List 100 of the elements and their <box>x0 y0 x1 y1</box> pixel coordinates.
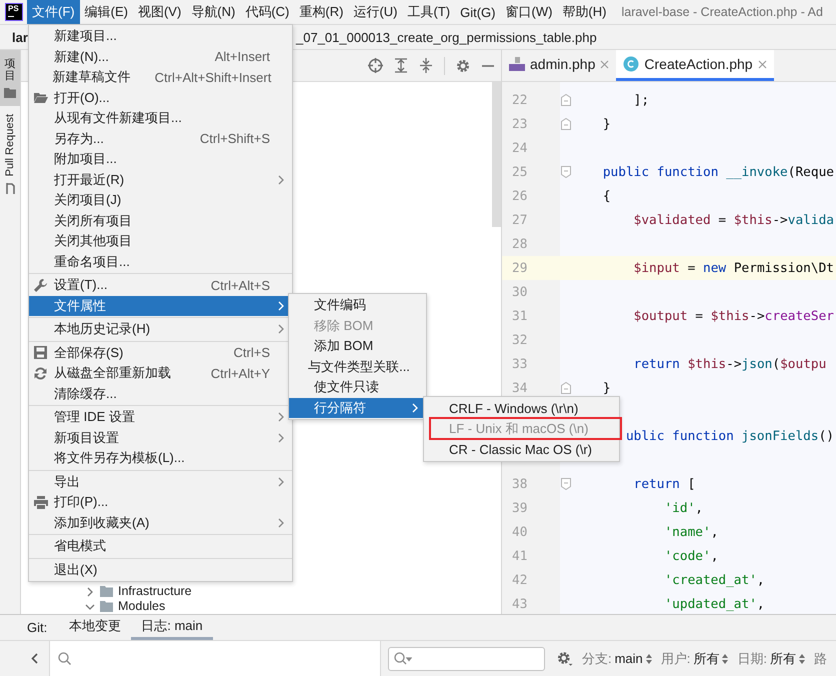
pull-request-icon <box>5 182 15 194</box>
menu-bar-item[interactable]: Git(G) <box>455 0 500 24</box>
menu-item[interactable]: 将文件另存为模板(L)... <box>29 448 292 468</box>
printer-icon <box>34 496 48 509</box>
filter-dropdown[interactable]: 分支: main <box>582 650 652 668</box>
window-title: laravel-base - CreateAction.php - Ad <box>621 5 823 19</box>
line-number: 28 <box>512 236 528 252</box>
menu-bar-item[interactable]: 视图(V) <box>132 0 186 24</box>
menu-bar-item[interactable]: 编辑(E) <box>80 0 133 24</box>
shortcut-text: Ctrl+S <box>234 345 270 360</box>
editor-tab[interactable]: admin.php <box>502 50 616 81</box>
scrollbar[interactable] <box>492 82 501 227</box>
crosshair-icon[interactable] <box>368 58 383 73</box>
folder-icon <box>100 586 113 597</box>
search-field[interactable] <box>50 641 381 676</box>
line-number: 24 <box>512 140 528 156</box>
menu-bar-item[interactable]: 导航(N) <box>186 0 240 24</box>
menu-item[interactable]: 关闭其他项目 <box>29 231 292 252</box>
menu-item[interactable]: 与文件类型关联... <box>289 356 426 377</box>
tree-item[interactable]: Infrastructure <box>21 584 501 599</box>
chevron-right-icon[interactable] <box>85 586 95 596</box>
menu-item[interactable]: 打印(P)... <box>29 492 292 512</box>
menu-item[interactable]: 管理 IDE 设置 <box>29 407 292 428</box>
menu-item[interactable]: 打开(O)... <box>29 88 292 108</box>
app-logo: PS <box>6 4 22 20</box>
menu-item[interactable]: 关闭所有项目 <box>29 210 292 231</box>
tree-item[interactable]: Modules <box>21 599 501 614</box>
panel-tab[interactable]: 本地变更 <box>59 615 132 640</box>
menu-item[interactable]: 全部保存(S) Ctrl+S <box>29 342 292 363</box>
menu-item[interactable]: 新项目设置 <box>29 428 292 448</box>
menu-bar-item[interactable]: 帮助(H) <box>557 0 612 24</box>
settings-icon[interactable] <box>456 58 470 72</box>
editor-tab[interactable]: CreateAction.php <box>616 50 774 81</box>
menu-item[interactable]: 新建项目... <box>29 26 292 46</box>
code-line: public function __invoke(Reque <box>602 164 834 180</box>
line-number: 26 <box>512 188 528 204</box>
chevron-left-icon <box>31 653 38 664</box>
file-breadcrumb[interactable]: _07_01_000013_create_org_permissions_table.php <box>296 30 597 44</box>
line-number: 38 <box>512 476 528 492</box>
menu-item[interactable]: 添加 BOM <box>289 336 426 356</box>
menu-item[interactable]: 新建(N)... Alt+Insert <box>29 46 292 67</box>
line-number: 27 <box>512 212 528 228</box>
menu-item[interactable]: 导出 <box>29 472 292 492</box>
filter-dropdown[interactable]: 路 <box>814 650 827 668</box>
line-number: 33 <box>512 356 528 372</box>
tool-window-tab[interactable]: Pull Request <box>0 106 20 202</box>
sort-arrows-icon <box>722 654 728 664</box>
shortcut-text: Ctrl+Alt+S <box>210 278 270 293</box>
menu-bar-item[interactable]: 重构(R) <box>294 0 348 24</box>
tool-window-tab[interactable]: 项目 <box>0 50 20 106</box>
menu-item[interactable]: 从现有文件新建项目... <box>29 108 292 128</box>
code-line: ublic function jsonFields(): <box>626 428 836 444</box>
menu-bar-item[interactable]: 代码(C) <box>240 0 294 24</box>
menu-item[interactable]: 本地历史记录(H) <box>29 319 292 340</box>
menu-item[interactable]: 添加到收藏夹(A) <box>29 512 292 533</box>
menu-item[interactable]: CRLF - Windows (\r\n) <box>424 398 619 418</box>
close-icon[interactable] <box>758 60 767 68</box>
line-number: 42 <box>512 572 528 588</box>
chevron-down-icon[interactable] <box>85 602 95 612</box>
filter-dropdown[interactable]: 用户: 所有 <box>660 650 728 668</box>
menu-item[interactable]: 文件编码 <box>289 295 426 316</box>
fold-marker-icon[interactable] <box>561 382 571 394</box>
menu-item[interactable]: 打开最近(R) <box>29 170 292 190</box>
menu-item[interactable]: 另存为... Ctrl+Shift+S <box>29 128 292 149</box>
folder-icon <box>4 88 16 98</box>
menu-bar-item[interactable]: 工具(T) <box>402 0 456 24</box>
menu-item[interactable]: 清除缓存... <box>29 384 292 404</box>
menu-item[interactable]: 退出(X) <box>29 560 292 580</box>
line-number: 40 <box>512 524 528 540</box>
menu-bar-item[interactable]: 窗口(W) <box>500 0 558 24</box>
menu-bar-item[interactable]: 文件(F) <box>27 0 80 24</box>
code-line: return [ <box>634 476 696 492</box>
menu-item[interactable]: 新建草稿文件 Ctrl+Alt+Shift+Insert <box>29 67 292 88</box>
fold-marker-icon[interactable] <box>561 166 571 178</box>
menu-item[interactable]: CR - Classic Mac OS (\r) <box>424 439 619 460</box>
menu-item[interactable]: 行分隔符 <box>289 398 426 418</box>
fold-marker-icon[interactable] <box>561 478 571 490</box>
filter-dropdown[interactable]: 日期: 所有 <box>737 650 805 668</box>
menu-item[interactable]: 关闭项目(J) <box>29 190 292 210</box>
settings-icon[interactable] <box>557 650 574 666</box>
menu-item[interactable]: 使文件只读 <box>289 377 426 398</box>
search-icon <box>394 652 412 665</box>
shortcut-text: Ctrl+Alt+Shift+Insert <box>154 70 272 85</box>
expand-all-icon[interactable] <box>394 58 408 73</box>
code-line: return $this->json($outpu <box>634 356 826 372</box>
filter-field[interactable] <box>388 646 546 670</box>
menu-bar-item[interactable]: 运行(U) <box>348 0 402 24</box>
menu-item[interactable]: 附加项目... <box>29 149 292 170</box>
fold-marker-icon[interactable] <box>561 94 571 106</box>
code-line: $validated = $this->valida <box>634 212 834 228</box>
line-number: 29 <box>512 260 528 276</box>
reload-icon <box>34 366 47 380</box>
fold-marker-icon[interactable] <box>561 118 571 130</box>
menu-item[interactable]: 从磁盘全部重新加载 Ctrl+Alt+Y <box>29 363 292 384</box>
collapse-all-icon[interactable] <box>419 58 433 73</box>
shortcut-text: Alt+Insert <box>214 49 270 64</box>
menu-item[interactable]: 重命名项目... <box>29 252 292 272</box>
close-icon[interactable] <box>600 60 610 68</box>
menu-item[interactable]: 设置(T)... Ctrl+Alt+S <box>29 275 292 296</box>
menu-item[interactable]: 省电模式 <box>29 536 292 556</box>
